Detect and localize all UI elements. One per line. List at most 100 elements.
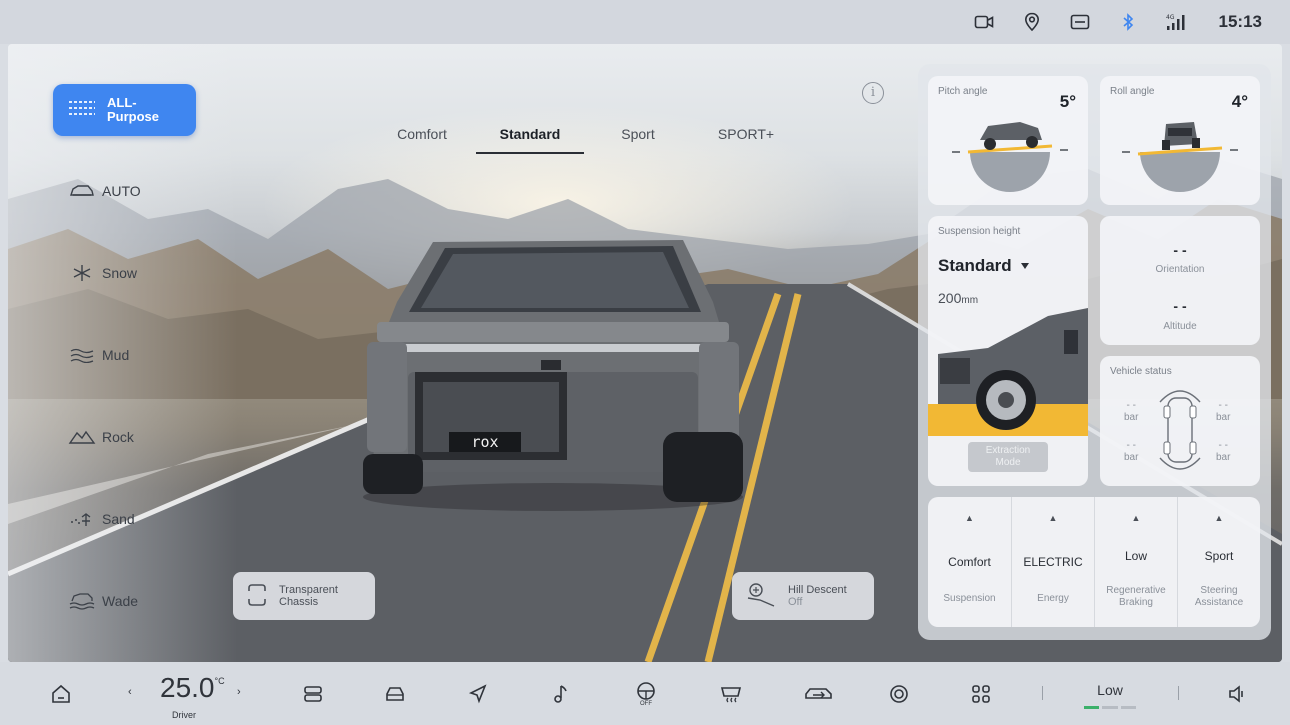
setting-steering-value: Sport	[1204, 549, 1234, 563]
seat-icon[interactable]	[300, 682, 326, 706]
roll-angle-card: Roll angle 4°	[1100, 76, 1260, 205]
volume-icon[interactable]	[1224, 682, 1250, 706]
steering-wheel-heat-icon[interactable]: OFF	[624, 676, 668, 712]
signal-4g-icon: 4G	[1165, 12, 1187, 32]
suspension-height-title: Suspension height	[938, 226, 1021, 237]
transparent-chassis-button[interactable]: Transparent Chassis	[233, 572, 375, 620]
camera-icon[interactable]	[886, 682, 912, 706]
mode-auto-label: AUTO	[102, 183, 141, 199]
caret-up-icon: ▲	[1048, 513, 1058, 523]
transparent-chassis-label: Transparent Chassis	[279, 584, 338, 608]
dashcam-icon[interactable]	[973, 12, 995, 32]
recirculation-icon[interactable]	[800, 682, 836, 706]
tab-sport-plus[interactable]: SPORT+	[692, 126, 800, 154]
hill-descent-button[interactable]: Hill Descent Off	[732, 572, 874, 620]
drive-mode-scene: rox ALL- Purpose AUTO Snow Mud Rock Sand…	[8, 44, 1282, 662]
tab-comfort[interactable]: Comfort	[368, 126, 476, 154]
chassis-icon	[247, 582, 267, 611]
auto-car-icon	[68, 182, 96, 200]
suspension-height-mode: Standard	[938, 256, 1012, 275]
pitch-angle-card: Pitch angle 5°	[928, 76, 1088, 205]
temperature-control: 25.0 °C Driver	[160, 672, 225, 720]
tire-front-left: - - bar	[1124, 400, 1139, 423]
svg-text:4G: 4G	[1166, 14, 1175, 21]
tire-front-right: - - bar	[1216, 400, 1231, 423]
all-purpose-icon	[67, 98, 97, 123]
navigation-icon[interactable]	[465, 682, 491, 706]
setting-regenerative-braking[interactable]: ▲ Low Regenerative Braking	[1094, 497, 1177, 627]
hill-descent-label: Hill Descent	[788, 584, 847, 596]
temp-increase-button[interactable]: ›	[237, 686, 241, 698]
car-icon[interactable]	[382, 682, 408, 706]
hill-descent-icon	[746, 582, 776, 611]
location-icon[interactable]	[1021, 12, 1043, 32]
suspension-vehicle-side	[928, 308, 1088, 436]
vehicle-badge: rox	[471, 433, 498, 451]
rear-defrost-icon[interactable]	[718, 682, 744, 706]
message-icon[interactable]	[1069, 12, 1091, 32]
vehicle-info-panel: Pitch angle 5° Roll angle 4° Suspension …	[918, 64, 1271, 640]
temperature-value: 25.0	[160, 672, 215, 703]
mud-icon	[68, 346, 96, 364]
roll-angle-value: 4°	[1231, 92, 1248, 111]
mode-all-purpose-label: ALL- Purpose	[107, 95, 160, 124]
rock-icon	[68, 428, 96, 446]
mode-wade-label: Wade	[102, 593, 139, 609]
orientation-altitude-card: - - Orientation - - Altitude	[1100, 216, 1260, 345]
mode-mud[interactable]: Mud	[68, 346, 129, 364]
terrain-mode-panel: ALL- Purpose AUTO Snow Mud Rock Sand Wad…	[8, 44, 238, 662]
bluetooth-icon[interactable]	[1117, 12, 1139, 32]
vehicle-status-card: Vehicle status - - bar - - bar - - bar - -b…	[1100, 356, 1260, 486]
roll-gauge	[1122, 122, 1238, 192]
setting-suspension-value: Comfort	[948, 555, 991, 569]
roll-angle-title: Roll angle	[1110, 86, 1155, 97]
pitch-angle-title: Pitch angle	[938, 86, 988, 97]
sand-icon	[68, 510, 96, 528]
fan-level-indicator	[1084, 706, 1136, 709]
tire-pressure-diagram	[1159, 390, 1201, 470]
apps-icon[interactable]	[968, 682, 994, 706]
pitch-gauge	[952, 122, 1068, 192]
drive-settings-card: ▲ Comfort Suspension ▲ ELECTRIC Energy ▲…	[928, 497, 1260, 627]
mode-snow-label: Snow	[102, 265, 138, 281]
temperature-seat: Driver	[172, 710, 196, 720]
mode-sand-label: Sand	[102, 511, 135, 527]
caret-up-icon: ▲	[965, 513, 974, 523]
setting-steering-label: Steering Assistance	[1194, 585, 1244, 608]
caret-down-icon	[1020, 257, 1030, 275]
setting-regen-label: Regenerative Braking	[1106, 585, 1166, 608]
setting-regen-value: Low	[1124, 549, 1147, 563]
temp-decrease-button[interactable]: ‹	[128, 686, 132, 698]
tab-standard[interactable]: Standard	[476, 126, 584, 154]
dock-divider	[1042, 686, 1043, 700]
mode-sand[interactable]: Sand	[68, 510, 135, 528]
mode-all-purpose[interactable]: ALL- Purpose	[53, 84, 196, 136]
setting-steering-assistance[interactable]: ▲ Sport Steering Assistance	[1177, 497, 1260, 627]
vehicle-illustration: rox	[363, 240, 743, 511]
altitude-label: Altitude	[1163, 321, 1197, 332]
status-bar: 4G 15:13	[0, 0, 1290, 44]
extraction-mode-button[interactable]: Extraction Mode	[968, 442, 1048, 472]
steering-heat-status: OFF	[640, 701, 652, 707]
fan-level-control[interactable]: Low	[1084, 682, 1136, 709]
altitude-value: - -	[1173, 298, 1187, 314]
setting-suspension[interactable]: ▲ Comfort Suspension	[928, 497, 1011, 627]
fan-level-value: Low	[1097, 682, 1123, 698]
home-icon[interactable]	[48, 682, 74, 706]
hill-descent-status: Off	[788, 596, 803, 608]
suspension-height-card: Suspension height Standard 200mm Extract…	[928, 216, 1088, 486]
mode-snow[interactable]: Snow	[68, 264, 137, 282]
music-icon[interactable]	[547, 682, 573, 706]
snowflake-icon	[68, 264, 96, 282]
mode-auto[interactable]: AUTO	[68, 182, 141, 200]
temperature-unit: °C	[214, 676, 225, 686]
tab-sport[interactable]: Sport	[584, 126, 692, 154]
clock: 15:13	[1218, 12, 1262, 31]
suspension-height-dropdown[interactable]: Standard	[938, 256, 1030, 276]
mode-wade[interactable]: Wade	[68, 592, 138, 610]
info-icon[interactable]: i	[862, 82, 884, 104]
pitch-angle-value: 5°	[1059, 92, 1076, 111]
setting-energy[interactable]: ▲ ELECTRIC Energy	[1011, 497, 1094, 627]
mode-rock[interactable]: Rock	[68, 428, 134, 446]
vehicle-status-title: Vehicle status	[1110, 366, 1172, 377]
